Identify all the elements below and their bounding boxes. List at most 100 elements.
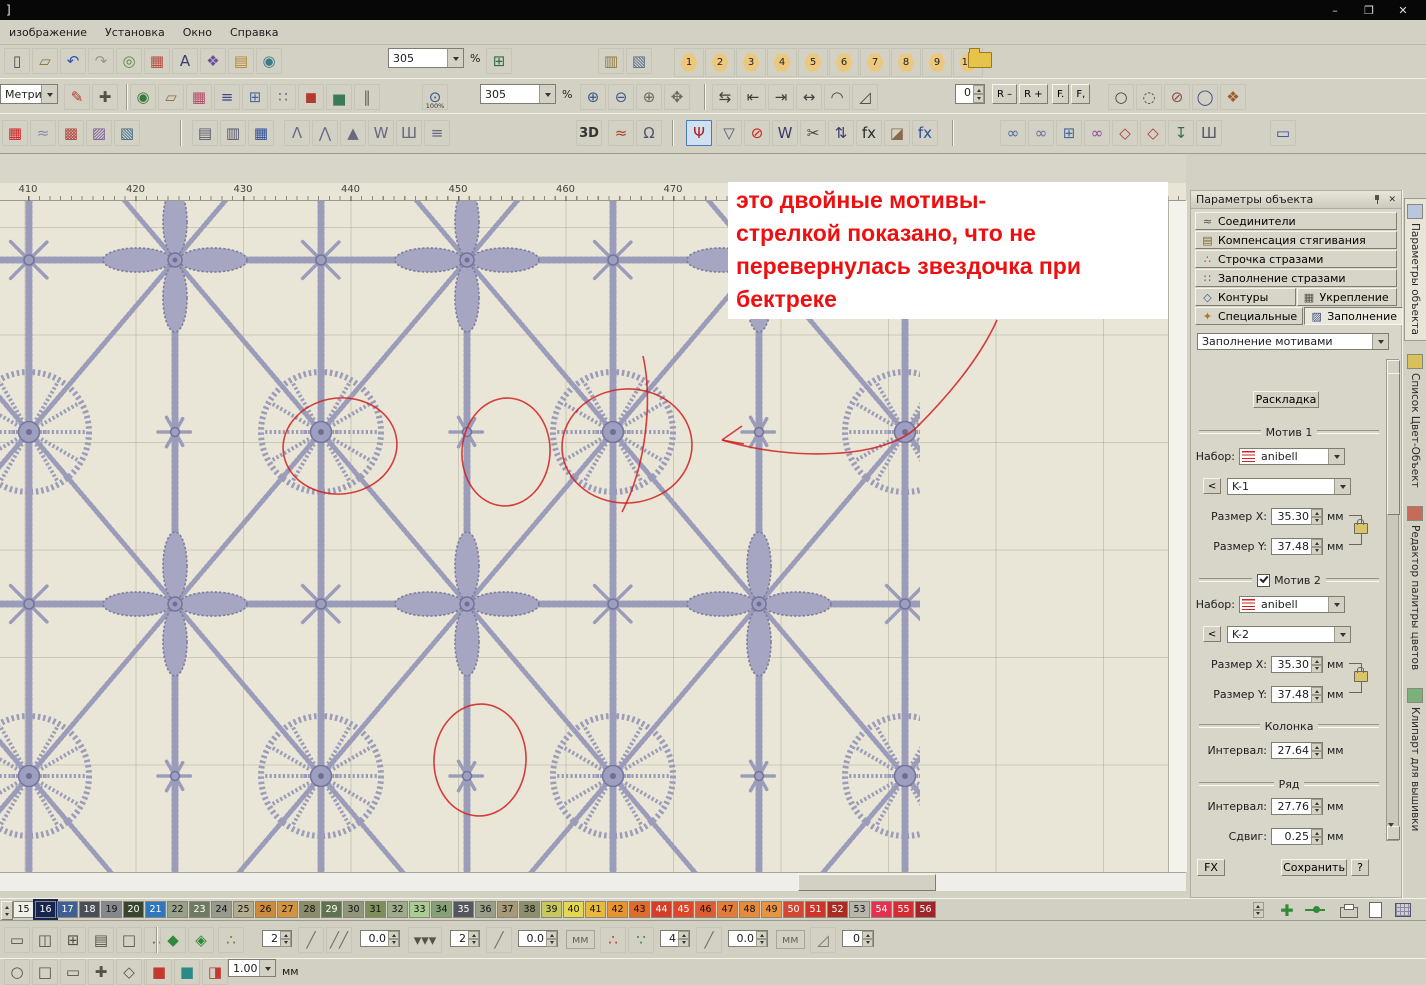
15[interactable]: 15 [13,901,34,918]
37[interactable]: 37 [497,901,518,918]
adjust-color-icon[interactable] [1304,901,1326,919]
spinner-arrows[interactable] [1311,687,1322,702]
print-icon[interactable] [1338,901,1360,919]
align-start-icon[interactable]: ⇤ [740,84,766,110]
grid-size-combo[interactable]: 1.00 [228,959,276,977]
motif-pattern2-icon[interactable]: ▨ [86,120,112,146]
chevron-down-icon[interactable] [539,85,555,103]
motif1-set-select[interactable]: anibell [1239,448,1345,465]
zoom-combo-2[interactable]: 305 [480,84,556,104]
palette-grid-icon[interactable] [1392,901,1414,919]
fx-button[interactable]: FX [1197,859,1225,876]
dashed-circle-icon[interactable]: ◌ [1136,84,1162,110]
32[interactable]: 32 [387,901,408,918]
zigzag2-icon[interactable]: ⋀ [312,120,338,146]
fx-edit-icon[interactable]: fx [856,120,882,146]
metric-combo[interactable]: Метрика [0,84,58,104]
wizard-icon[interactable]: ❖ [1220,84,1246,110]
anchor-icon[interactable]: ↧ [1168,120,1194,146]
grid-small-icon[interactable]: ⊞ [60,927,86,953]
44[interactable]: 44 [651,901,672,918]
hoop-icon[interactable]: ◎ [116,48,142,74]
scroll-up-icon[interactable] [1387,360,1400,374]
motif-direction-icon[interactable]: Ψ [686,120,712,146]
triangle-down-icon[interactable]: ▽ [716,120,742,146]
column-interval-field[interactable]: 27.64 [1271,742,1323,759]
diamond-tool-icon[interactable]: ◇ [116,959,142,985]
43[interactable]: 43 [629,901,650,918]
bar-chart-icon[interactable]: ▅ [326,84,352,110]
chevron-down-icon[interactable] [259,960,275,976]
sequin-icon[interactable]: ◉ [256,48,282,74]
scatter-red-icon[interactable]: ∴ [600,927,626,953]
zoom-100-icon[interactable]: ⊙100% [422,84,448,110]
connectors-button[interactable]: ≈Соединители [1195,212,1397,230]
tab-color-object-list[interactable]: Список Цвет-Объект [1405,349,1426,493]
wave-stitch-icon[interactable]: W [368,120,394,146]
spinner-arrows[interactable] [1311,509,1322,524]
sequence-list-icon[interactable]: ≡ [214,84,240,110]
23[interactable]: 23 [189,901,210,918]
36[interactable]: 36 [475,901,496,918]
vertical-scrollbar[interactable] [1168,200,1187,872]
hoop-size-button[interactable]: 9 [922,48,952,77]
tab-object-parameters[interactable]: Параметры объекта [1404,198,1426,341]
spinner-arrows[interactable] [1311,743,1322,758]
menu-image[interactable]: изображение [0,23,96,42]
chevron-down-icon[interactable] [447,49,463,67]
open-file-icon[interactable]: ▱ [32,48,58,74]
25[interactable]: 25 [233,901,254,918]
param-field-5[interactable]: 4 [660,930,690,947]
19[interactable]: 19 [101,901,122,918]
30[interactable]: 30 [343,901,364,918]
lines-stitch-icon[interactable]: ≡ [424,120,450,146]
density-icon[interactable]: ∴ [218,927,244,953]
38[interactable]: 38 [519,901,540,918]
monitor-icon[interactable]: ▭ [1270,120,1296,146]
tab-embroidery-clipart[interactable]: Клипарт для вышивки [1405,683,1426,836]
redo-icon[interactable]: ↷ [88,48,114,74]
rotate-minus-button[interactable]: R – [992,84,1017,104]
shape-small-icon[interactable]: ▤ [88,927,114,953]
minimize-icon[interactable]: – [1318,4,1352,17]
rhinestone-run-button[interactable]: ∴Строчка стразами [1195,250,1397,268]
chevron-down-icon[interactable] [41,85,57,103]
zoom-window-icon[interactable]: ⊕ [636,84,662,110]
monogram-icon[interactable]: ❖ [200,48,226,74]
palette-scroll-spinner[interactable] [1,901,13,920]
menu-setup[interactable]: Установка [96,23,174,42]
param-field-4[interactable]: 0.0 [518,930,558,947]
17[interactable]: 17 [57,901,78,918]
pull-compensation-button[interactable]: ▤Компенсация стягивания [1195,231,1397,249]
motif1-size-x-field[interactable]: 35.30 [1271,508,1323,525]
scrollbar-thumb[interactable] [798,874,936,891]
rect-tool-icon[interactable]: □ [32,959,58,985]
node-icon[interactable]: ◫ [32,927,58,953]
stitch-list-icon[interactable]: ⊞ [486,48,512,74]
fill-teal-icon[interactable]: ■ [174,959,200,985]
fill-type-select[interactable]: Заполнение мотивами [1197,333,1389,350]
fill-split-icon[interactable]: ◨ [202,959,228,985]
39[interactable]: 39 [541,901,562,918]
zigzag1-icon[interactable]: Λ [284,120,310,146]
33[interactable]: 33 [409,901,430,918]
scissors-icon[interactable]: ✂ [800,120,826,146]
motif-pattern3-icon[interactable]: ▧ [114,120,140,146]
45[interactable]: 45 [673,901,694,918]
stamp-icon[interactable]: ◼ [298,84,324,110]
22[interactable]: 22 [167,901,188,918]
new-file-icon[interactable]: ▯ [4,48,30,74]
rotate-plus-button[interactable]: R + [1019,84,1048,104]
angle-slash-icon[interactable]: ╱ [298,927,324,953]
34[interactable]: 34 [431,901,452,918]
applique-icon[interactable]: ▤ [228,48,254,74]
hoop-size-button[interactable]: 4 [767,48,797,77]
motif1-size-y-field[interactable]: 37.48 [1271,538,1323,555]
16[interactable]: 16 [35,901,56,918]
contours-button[interactable]: ◇Контуры [1195,288,1296,306]
outline-small-icon[interactable]: □ [116,927,142,953]
29[interactable]: 29 [321,901,342,918]
compensation-triangles-icon[interactable]: ▾▾▾ [408,927,442,953]
fabric-icon[interactable]: ▦ [144,48,170,74]
dots-grid-icon[interactable]: ∷ [270,84,296,110]
